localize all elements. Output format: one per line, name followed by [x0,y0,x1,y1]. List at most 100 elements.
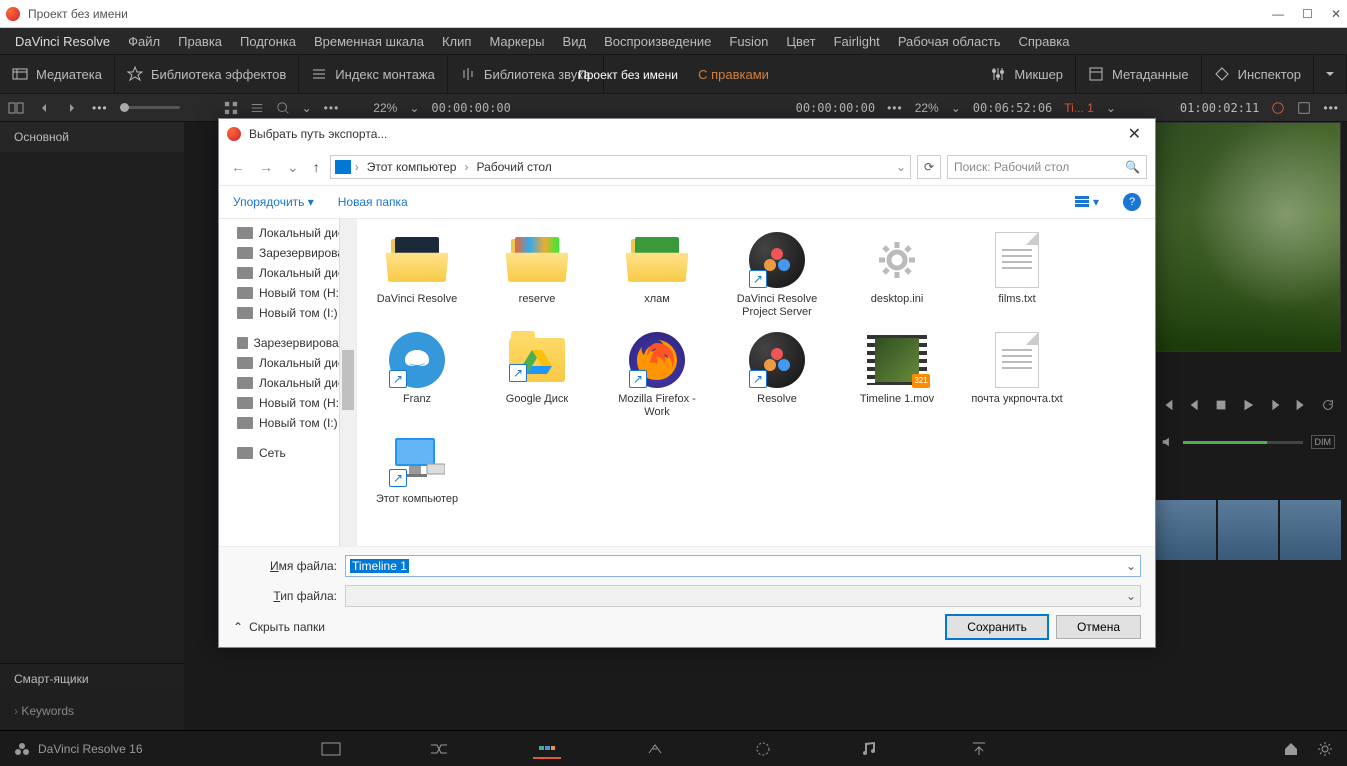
edit-index-button[interactable]: Индекс монтажа [299,55,448,93]
window-maximize-button[interactable]: ☐ [1302,7,1313,21]
effects-library-button[interactable]: Библиотека эффектов [115,55,299,93]
filename-input[interactable]: Timeline 1 ⌄ [345,555,1141,577]
refresh-button[interactable]: ⟳ [917,155,941,179]
expand-icon[interactable] [1297,101,1311,115]
metadata-button[interactable]: Метаданные [1076,55,1202,93]
dim-button[interactable]: DIM [1311,435,1336,449]
file-item[interactable]: desktop.ini [847,229,947,319]
search-input[interactable]: Поиск: Рабочий стол 🔍 [947,155,1147,179]
menu-workspace[interactable]: Рабочая область [889,34,1010,49]
view-mode-button[interactable]: ▾ [1075,195,1099,209]
list-icon[interactable] [250,101,264,115]
prev-icon[interactable] [36,100,52,116]
breadcrumb-desktop[interactable]: Рабочий стол [472,160,555,174]
cancel-button[interactable]: Отмена [1056,615,1141,639]
home-icon[interactable] [1283,741,1299,757]
file-item[interactable]: ↗Franz [367,329,467,419]
page-cut[interactable] [425,739,453,759]
menu-help[interactable]: Справка [1009,34,1078,49]
more-button[interactable]: ••• [92,101,108,115]
file-item[interactable]: films.txt [967,229,1067,319]
prev-clip-icon[interactable] [1161,398,1175,412]
menu-davinci[interactable]: DaVinci Resolve [6,34,119,49]
play-icon[interactable] [1241,398,1255,412]
file-item[interactable]: ↗Google Диск [487,329,587,419]
menu-clip[interactable]: Клип [433,34,480,49]
menu-view[interactable]: Вид [554,34,596,49]
next-clip-icon[interactable] [1294,398,1308,412]
dialog-close-button[interactable]: ✕ [1122,124,1147,144]
speaker-icon[interactable] [1161,435,1175,449]
page-fusion[interactable] [641,739,669,759]
menu-fusion[interactable]: Fusion [720,34,777,49]
breadcrumb-dropdown[interactable]: ⌄ [896,160,906,174]
zoom-left[interactable]: 22% [373,101,397,115]
tree-item[interactable]: Локальный диск [219,223,356,243]
page-deliver[interactable] [965,739,993,759]
filetype-combo[interactable]: ⌄ [345,585,1141,607]
bin-main[interactable]: Основной [0,122,184,152]
timeline-thumbnails[interactable] [1155,500,1341,560]
page-media[interactable] [317,739,345,759]
window-close-button[interactable]: ✕ [1331,7,1341,21]
timeline-name[interactable]: Ti... 1 [1064,101,1094,115]
window-minimize-button[interactable]: — [1272,7,1284,21]
file-item[interactable]: ↗Mozilla Firefox - Work [607,329,707,419]
new-folder-button[interactable]: Новая папка [338,195,408,209]
file-item[interactable]: reserve [487,229,587,319]
step-back-icon[interactable] [1188,398,1202,412]
grid-icon[interactable] [224,101,238,115]
tree-item[interactable]: Новый том (I:) [219,413,356,433]
loop-icon[interactable] [1321,398,1335,412]
save-button[interactable]: Сохранить [946,615,1048,639]
tree-item[interactable]: Зарезервировано [219,333,356,353]
menu-markers[interactable]: Маркеры [480,34,553,49]
nav-up-button[interactable]: ↑ [309,159,324,175]
slider[interactable] [120,106,180,109]
menu-timeline[interactable]: Временная шкала [305,34,433,49]
file-item[interactable]: почта укрпочта.txt [967,329,1067,419]
nav-back-button[interactable]: ← [227,159,249,175]
page-color[interactable] [749,739,777,759]
smart-bins-header[interactable]: Смарт-ящики [0,663,184,694]
page-fairlight[interactable] [857,739,885,759]
scrollbar[interactable] [339,219,356,546]
tree-item[interactable]: Зарезервирован [219,243,356,263]
settings-icon[interactable] [1317,741,1333,757]
inspector-button[interactable]: Инспектор [1202,55,1314,93]
tree-item[interactable]: Новый том (H:) [219,283,356,303]
tree-item[interactable]: Новый том (H:) [219,393,356,413]
help-button[interactable]: ? [1123,193,1141,211]
tree-item[interactable]: Новый том (I:) [219,303,356,323]
menu-color[interactable]: Цвет [777,34,824,49]
menu-trim[interactable]: Подгонка [231,34,305,49]
hide-folders-button[interactable]: ⌃ Скрыть папки [233,620,325,634]
menu-edit[interactable]: Правка [169,34,231,49]
viewer[interactable] [1155,122,1341,352]
volume-slider[interactable] [1183,441,1303,444]
mixer-button[interactable]: Микшер [978,55,1076,93]
stop-icon[interactable] [1214,398,1228,412]
folder-tree[interactable]: Локальный дискЗарезервированЛокальный ди… [219,219,357,546]
menu-file[interactable]: Файл [119,34,169,49]
file-item[interactable]: ↗Этот компьютер [367,429,467,506]
keywords-item[interactable]: › Keywords [0,698,184,724]
tree-item[interactable]: Локальный диск [219,353,356,373]
file-item[interactable]: 321Timeline 1.mov [847,329,947,419]
menu-fairlight[interactable]: Fairlight [825,34,889,49]
media-pool-button[interactable]: Медиатека [0,55,115,93]
nav-recent-button[interactable]: ⌄ [283,159,303,176]
expand-button[interactable] [1314,55,1347,93]
layout-icon[interactable] [8,100,24,116]
nav-forward-button[interactable]: → [255,159,277,175]
page-edit[interactable] [533,739,561,759]
filetype-dropdown[interactable]: ⌄ [1126,589,1136,603]
tree-item[interactable]: Локальный диск [219,263,356,283]
tree-item[interactable]: Локальный диск [219,373,356,393]
menu-playback[interactable]: Воспроизведение [595,34,720,49]
color-wheel-icon[interactable] [1271,101,1285,115]
organize-button[interactable]: Упорядочить ▾ [233,195,314,209]
file-item[interactable]: DaVinci Resolve [367,229,467,319]
file-item[interactable]: ↗Resolve [727,329,827,419]
address-bar[interactable]: › Этот компьютер › Рабочий стол ⌄ [330,155,911,179]
